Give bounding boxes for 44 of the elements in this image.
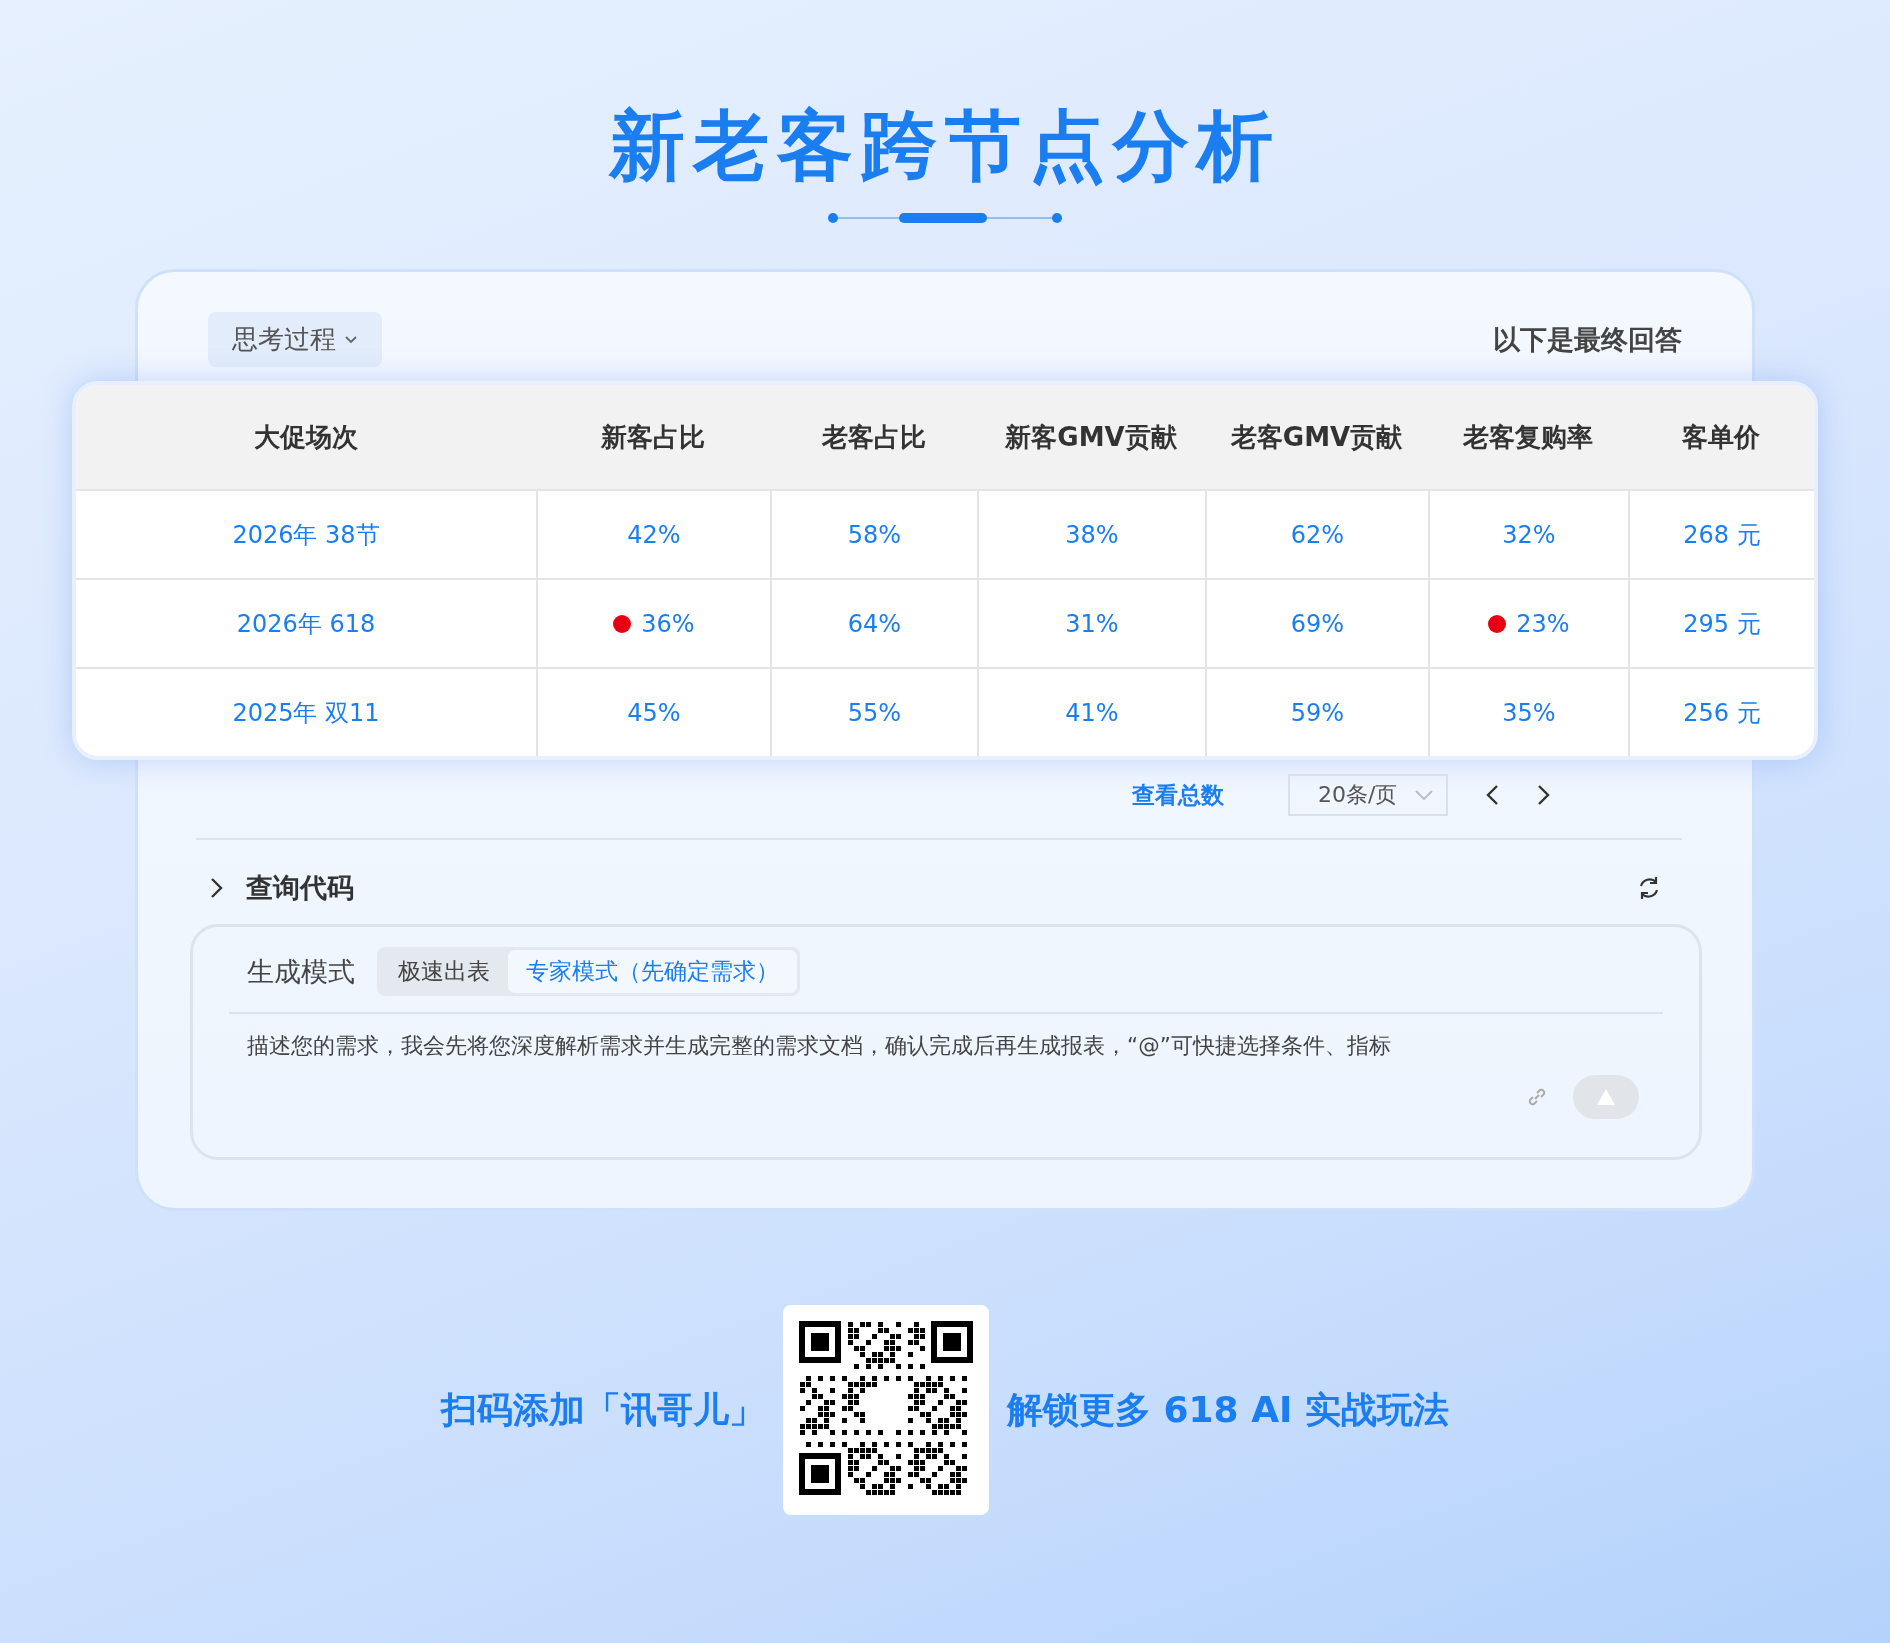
cell-text: 35% [1502, 698, 1556, 727]
page-title: 新老客跨节点分析 [609, 100, 1281, 192]
column-header: 新客GMV贡献 [977, 385, 1205, 490]
cell-text: 295 元 [1683, 608, 1761, 640]
chevron-down-icon [1414, 789, 1434, 802]
column-header: 客单价 [1628, 385, 1814, 490]
arrow-up-icon [1596, 1088, 1616, 1107]
cell-text: 2026年 618 [236, 608, 376, 640]
cell-text: 45% [627, 698, 681, 727]
column-header: 老客GMV贡献 [1205, 385, 1428, 490]
mode-option[interactable]: 极速出表 [380, 950, 508, 994]
column-header: 老客复购率 [1428, 385, 1628, 490]
mode-label: 生成模式 [247, 954, 355, 989]
promo-text: 解锁更多 618 AI 实战玩法 [1007, 1387, 1449, 1432]
cell-text: 31% [1065, 609, 1119, 638]
chevron-down-icon [344, 334, 358, 345]
prompt-input[interactable]: 描述您的需求，我会先将您深度解析需求并生成完整的需求文档，确认完成后再生成报表，“@”可快捷选择条件、指标 [245, 1032, 1647, 1060]
cell-text: 2026年 38节 [232, 519, 380, 551]
cell-text: 41% [1065, 698, 1119, 727]
cell-text: 268 元 [1683, 519, 1761, 551]
cell-text: 62% [1290, 520, 1345, 549]
cell-text: 256 元 [1683, 697, 1761, 729]
cell-text: 2025年 双11 [232, 697, 380, 729]
final-answer-label: 以下是最终回答 [1493, 322, 1682, 357]
scan-prompt: 扫码添加「讯哥儿」 [441, 1387, 765, 1432]
mode-option[interactable]: 专家模式（先确定需求） [508, 950, 797, 994]
thinking-toggle[interactable]: 思考过程 [208, 312, 382, 368]
title-divider-icon [827, 211, 1063, 226]
cell-text: 55% [847, 698, 902, 727]
cell-text: 59% [1290, 698, 1345, 727]
cell-text: 58% [847, 520, 902, 549]
page-size-select[interactable]: 20条/页 [1288, 774, 1448, 817]
cell-text: 69% [1290, 609, 1345, 638]
column-header: 新客占比 [536, 385, 770, 490]
cell-text: 38% [1065, 520, 1119, 549]
cell-text: 32% [1502, 520, 1556, 549]
cell-text: 42% [627, 520, 681, 549]
view-total-link[interactable]: 查看总数 [1132, 779, 1224, 811]
column-header: 大促场次 [76, 385, 536, 490]
column-header: 老客占比 [770, 385, 977, 490]
cell-text: 23% [1516, 609, 1570, 638]
query-code-toggle[interactable]: 查询代码 [208, 870, 354, 907]
cell-text: 36% [641, 609, 695, 638]
cell-text: 64% [847, 609, 902, 638]
